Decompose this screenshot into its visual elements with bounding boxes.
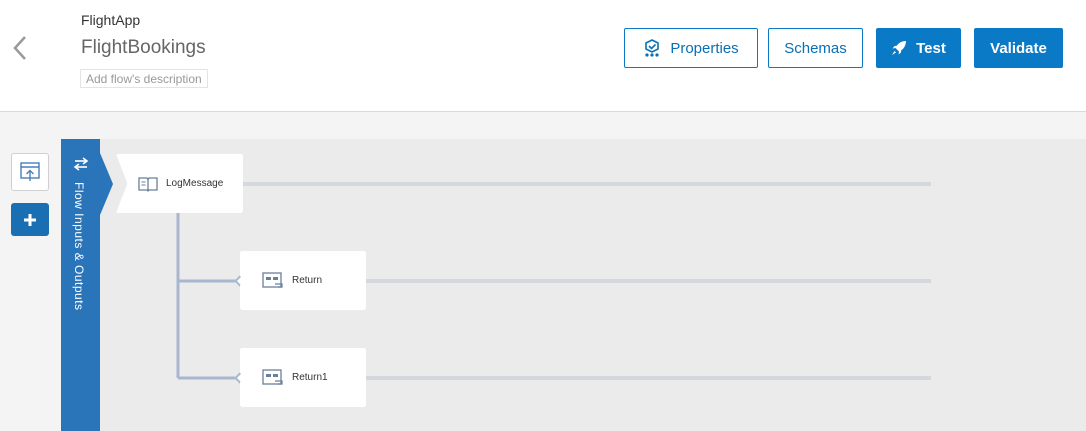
- properties-icon: [645, 39, 660, 57]
- tile-return1[interactable]: Return1: [240, 348, 366, 407]
- test-label: Test: [916, 39, 946, 57]
- properties-button[interactable]: Properties: [624, 28, 758, 68]
- back-chevron-icon[interactable]: [10, 34, 30, 62]
- return-icon: [262, 271, 283, 288]
- schemas-button[interactable]: Schemas: [768, 28, 863, 68]
- upload-window-icon: [20, 162, 40, 181]
- import-export-tool[interactable]: [11, 153, 49, 191]
- tile-label: Return1: [292, 372, 328, 383]
- validate-label: Validate: [990, 39, 1047, 57]
- flow-io-label: Flow Inputs & Outputs: [72, 182, 86, 311]
- flow-io-pointer: [100, 153, 113, 215]
- tile-logmessage[interactable]: LogMessage: [116, 154, 243, 213]
- flow-header: FlightApp FlightBookings Add flow's desc…: [0, 0, 1086, 112]
- validate-button[interactable]: Validate: [974, 28, 1063, 68]
- properties-label: Properties: [670, 39, 739, 57]
- rocket-icon: [892, 41, 907, 55]
- flow-description-field[interactable]: Add flow's description: [80, 69, 208, 88]
- tile-return[interactable]: Return: [240, 251, 366, 310]
- test-button[interactable]: Test: [876, 28, 961, 68]
- return-icon: [262, 368, 283, 385]
- app-name: FlightApp: [81, 12, 141, 28]
- flow-io-panel[interactable]: Flow Inputs & Outputs: [61, 139, 100, 431]
- schemas-label: Schemas: [784, 39, 847, 57]
- book-icon: [138, 176, 158, 192]
- flow-title[interactable]: FlightBookings: [81, 37, 206, 59]
- plus-icon: [24, 213, 36, 226]
- tile-label: LogMessage: [166, 178, 224, 189]
- tile-label: Return: [292, 275, 323, 286]
- swap-arrows-icon: [73, 157, 89, 171]
- add-trigger-button[interactable]: [11, 203, 49, 236]
